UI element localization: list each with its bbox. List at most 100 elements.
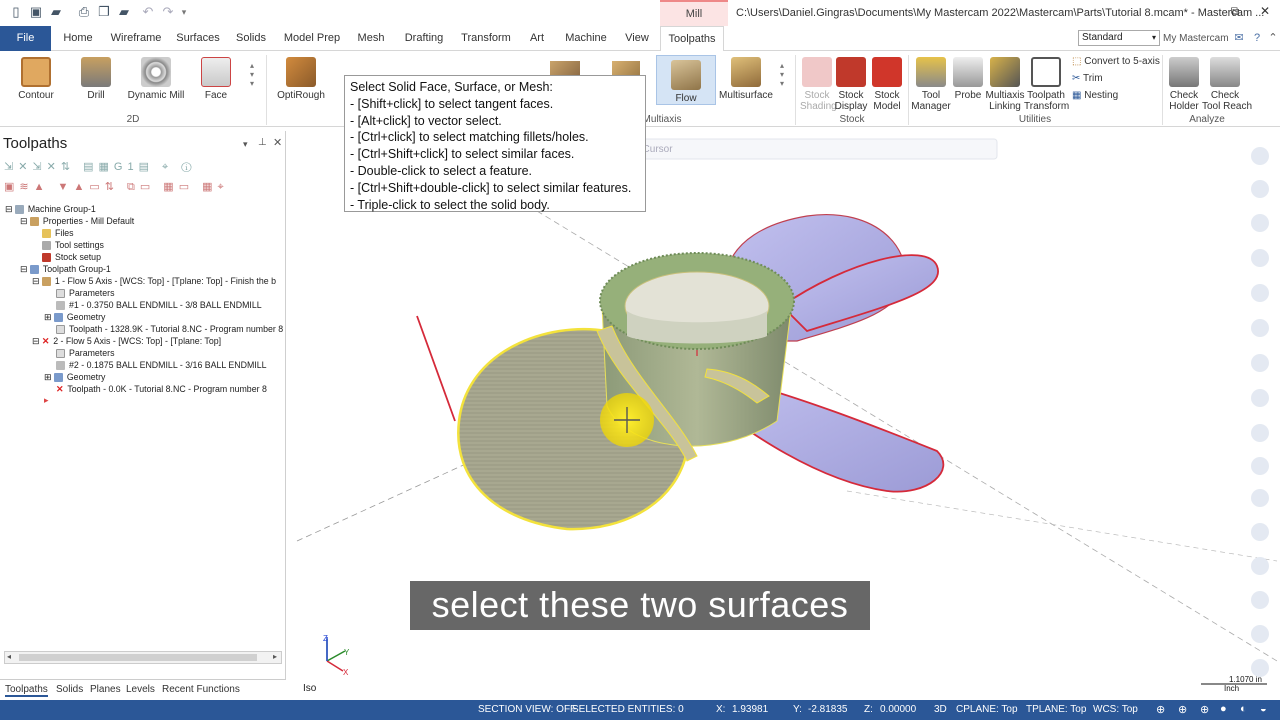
tab-file[interactable]: File <box>0 26 51 51</box>
tab-surfaces[interactable]: Surfaces <box>174 26 222 51</box>
tab-levels-panel[interactable]: Levels <box>126 684 155 695</box>
check-tool-reach-button[interactable]: Check Tool Reach <box>1202 57 1252 112</box>
help-icon[interactable]: ? <box>1250 31 1264 45</box>
tab-solids[interactable]: Solids <box>232 26 270 51</box>
tree-toolpath-group[interactable]: ⊟ Toolpath Group-1 <box>20 263 111 275</box>
contour-button[interactable]: Contour <box>14 57 58 101</box>
tab-transform[interactable]: Transform <box>460 26 512 51</box>
tree-properties[interactable]: ⊟ Properties - Mill Default <box>20 215 134 227</box>
wire-sphere-icon[interactable]: ◒ <box>1260 703 1267 715</box>
tab-model-prep[interactable]: Model Prep <box>282 26 342 51</box>
close-panel-icon[interactable]: ✕ <box>273 136 282 149</box>
chat-icon[interactable]: ✉ <box>1232 31 1246 45</box>
face-button[interactable]: Face <box>198 57 234 101</box>
scroll-right-icon[interactable]: ▸ <box>273 652 277 661</box>
scroll-thumb[interactable] <box>19 654 257 661</box>
scroll-left-icon[interactable]: ◂ <box>7 652 11 661</box>
standard-select[interactable]: Standard ▾ <box>1078 30 1160 46</box>
restore-icon[interactable]: ⧉ <box>1225 4 1245 20</box>
copy-icon[interactable]: ❐ <box>96 4 112 20</box>
undo-icon[interactable]: ↶ <box>140 4 156 20</box>
gallery-scroll-icon[interactable]: ▴ ▾ ▾ <box>250 61 254 88</box>
stock-model-button[interactable]: Stock Model <box>868 57 906 112</box>
collapse-ribbon-icon[interactable]: ⌃ <box>1266 31 1280 45</box>
tool-manager-button[interactable]: Tool Manager <box>910 57 952 112</box>
autocursor-toolbar[interactable] <box>626 138 998 160</box>
open-folder-icon[interactable]: ▰ <box>48 4 64 20</box>
pin-icon[interactable]: ⊥ <box>258 137 267 148</box>
flow-button[interactable]: Flow <box>656 55 716 105</box>
tree-tool-settings[interactable]: Tool settings <box>42 239 104 251</box>
redo-icon[interactable]: ↷ <box>160 4 176 20</box>
panel-dropdown-icon[interactable]: ▾ <box>243 139 248 150</box>
panel-toolbar-row1[interactable]: ⇲✕⇲✕⇅ ▤▦G1▤ ⌖ ⓘ <box>4 160 264 174</box>
tooltip-line: - Triple-click to select the solid body. <box>350 197 550 212</box>
save-icon[interactable]: ▣ <box>28 4 44 20</box>
qat-dropdown-icon[interactable]: ▾ <box>176 4 192 20</box>
nesting-button[interactable]: ▦ Nesting <box>1072 90 1118 101</box>
globe-icon[interactable]: ⊕ <box>1178 703 1187 716</box>
tree-stock-setup[interactable]: Stock setup <box>42 251 101 263</box>
mill-context-tab[interactable]: Mill <box>660 0 728 26</box>
new-file-icon[interactable]: ▯ <box>8 4 24 20</box>
probe-button[interactable]: Probe <box>952 57 984 101</box>
edge-curve[interactable] <box>416 315 456 422</box>
my-mastercam-link[interactable]: My Mastercam <box>1163 33 1229 44</box>
tplane-status[interactable]: TPLANE: Top <box>1026 704 1086 715</box>
tab-mesh[interactable]: Mesh <box>354 26 388 51</box>
tool-icon <box>56 361 65 371</box>
tree-files[interactable]: Files <box>42 227 74 239</box>
insert-arrow-icon[interactable]: ▸ <box>44 395 49 406</box>
tree-op2-parameters[interactable]: Parameters <box>56 347 114 359</box>
check-holder-button[interactable]: Check Holder <box>1164 57 1204 112</box>
tree-op2[interactable]: ⊟ ✕ 2 - Flow 5 Axis - [WCS: Top] - [Tplan… <box>32 335 221 347</box>
multiaxis-linking-button[interactable]: Multiaxis Linking <box>984 57 1026 112</box>
shaded-sphere-icon[interactable]: ● <box>1220 703 1227 715</box>
tree-op2-toolpath[interactable]: ✕ Toolpath - 0.0K - Tutorial 8.NC - Progr… <box>56 383 267 395</box>
section-view-status[interactable]: SECTION VIEW: OFF <box>478 704 576 715</box>
tab-home[interactable]: Home <box>58 26 98 51</box>
tree-machine-group[interactable]: ⊟ Machine Group-1 <box>5 203 96 215</box>
tree-op1-toolpath[interactable]: Toolpath - 1328.9K - Tutorial 8.NC - Pro… <box>56 323 283 335</box>
toolpath-transform-button[interactable]: Toolpath Transform <box>1024 57 1069 112</box>
tab-art[interactable]: Art <box>524 26 550 51</box>
tab-recent-functions[interactable]: Recent Functions <box>162 684 240 695</box>
tree-op1-geometry[interactable]: ⊞ Geometry <box>44 311 105 323</box>
panel-toolbar-row2[interactable]: ▣≋▲ ▼▲▭⇅ ⧉▭ ▦▭ ▦⌖ <box>4 180 264 194</box>
convert-5axis-button[interactable]: ⬚ Convert to 5-axis <box>1072 56 1160 67</box>
mode-3d[interactable]: 3D <box>934 704 947 715</box>
tab-wireframe[interactable]: Wireframe <box>108 26 164 51</box>
cplane-status[interactable]: CPLANE: Top <box>956 704 1018 715</box>
tree-op1-tool[interactable]: #1 - 0.3750 BALL ENDMILL - 3/8 BALL ENDM… <box>56 299 262 311</box>
folder-icon[interactable]: ▰ <box>116 4 132 20</box>
optirough-button[interactable]: OptiRough <box>276 57 326 101</box>
tab-planes-panel[interactable]: Planes <box>90 684 121 695</box>
tree-op1-parameters[interactable]: Parameters <box>56 287 114 299</box>
trim-button[interactable]: ✂ Trim <box>1072 73 1103 84</box>
tree-op1[interactable]: ⊟ 1 - Flow 5 Axis - [WCS: Top] - [Tplane… <box>32 275 276 287</box>
horizontal-scrollbar[interactable]: ◂ ▸ <box>4 651 282 664</box>
drill-button[interactable]: Drill <box>76 57 116 101</box>
print-icon[interactable]: ⎙ <box>76 4 92 20</box>
tab-machine[interactable]: Machine <box>562 26 610 51</box>
view-nav-icons[interactable] <box>1251 147 1269 677</box>
wcs-status[interactable]: WCS: Top <box>1093 704 1138 715</box>
half-sphere-icon[interactable]: ◐ <box>1240 703 1247 715</box>
globe-icon[interactable]: ⊕ <box>1200 703 1209 716</box>
tab-drafting[interactable]: Drafting <box>400 26 448 51</box>
selected-entities-status[interactable]: SELECTED ENTITIES: 0 <box>572 704 684 715</box>
globe-icon[interactable]: ⊕ <box>1156 703 1165 716</box>
tab-view[interactable]: View <box>622 26 652 51</box>
close-window-icon[interactable]: ✕ <box>1255 4 1275 20</box>
stock-shading-button[interactable]: Stock Shading <box>800 57 837 112</box>
tree-op2-geometry[interactable]: ⊞ Geometry <box>44 371 105 383</box>
multisurface-button[interactable]: Multisurface <box>718 57 774 101</box>
multiaxis-gallery-scroll-icon[interactable]: ▴ ▾ ▾ <box>780 61 784 88</box>
tab-toolpaths[interactable]: Toolpaths <box>660 26 724 52</box>
tab-solids-panel[interactable]: Solids <box>56 684 83 695</box>
tab-toolpaths-panel[interactable]: Toolpaths <box>5 684 48 697</box>
tree-op2-tool[interactable]: #2 - 0.1875 BALL ENDMILL - 3/16 BALL END… <box>56 359 267 371</box>
dynamic-mill-button[interactable]: Dynamic Mill <box>126 57 186 101</box>
trim-icon: ✂ <box>1072 73 1083 84</box>
stock-display-button[interactable]: Stock Display <box>834 57 868 112</box>
